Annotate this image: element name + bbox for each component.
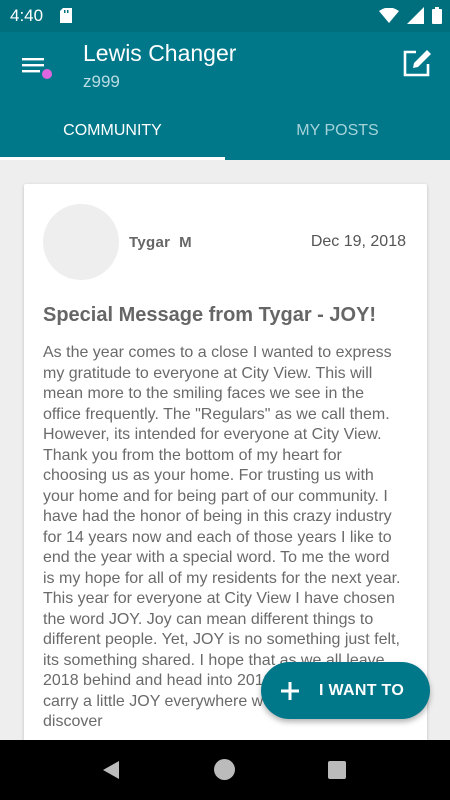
post-date: Dec 19, 2018: [310, 233, 406, 250]
sd-card-icon: [60, 8, 72, 23]
signal-icon: [407, 7, 424, 24]
tab-my-posts[interactable]: MY POSTS: [225, 104, 450, 160]
status-icons: [379, 7, 442, 24]
recents-icon[interactable]: [328, 761, 346, 779]
edit-icon: [403, 50, 431, 77]
status-time: 4:40: [10, 6, 44, 25]
tab-bar: COMMUNITY MY POSTS: [0, 104, 450, 160]
back-icon[interactable]: [101, 760, 121, 780]
battery-icon: [432, 7, 442, 24]
fab-label: I WANT TO: [319, 681, 405, 699]
plus-icon: [281, 681, 299, 700]
wifi-icon: [379, 7, 399, 23]
edit-button[interactable]: [400, 46, 436, 82]
app-title: Lewis Changer: [83, 40, 237, 66]
tab-community[interactable]: COMMUNITY: [0, 104, 225, 160]
notification-dot: [42, 69, 52, 79]
menu-button[interactable]: [20, 52, 54, 82]
app-bar: Lewis Changer z999: [0, 32, 450, 104]
post-author: Tygar M: [129, 234, 192, 251]
home-icon[interactable]: [214, 759, 235, 780]
app-subtitle: z999: [83, 72, 120, 91]
avatar: [43, 204, 119, 280]
status-bar: 4:40: [0, 0, 450, 32]
post-title: Special Message from Tygar - JOY!: [43, 304, 377, 326]
post-card[interactable]: Tygar M Dec 19, 2018 Special Message fro…: [24, 184, 427, 744]
i-want-to-button[interactable]: I WANT TO: [261, 662, 430, 719]
system-nav-bar: [0, 740, 450, 800]
